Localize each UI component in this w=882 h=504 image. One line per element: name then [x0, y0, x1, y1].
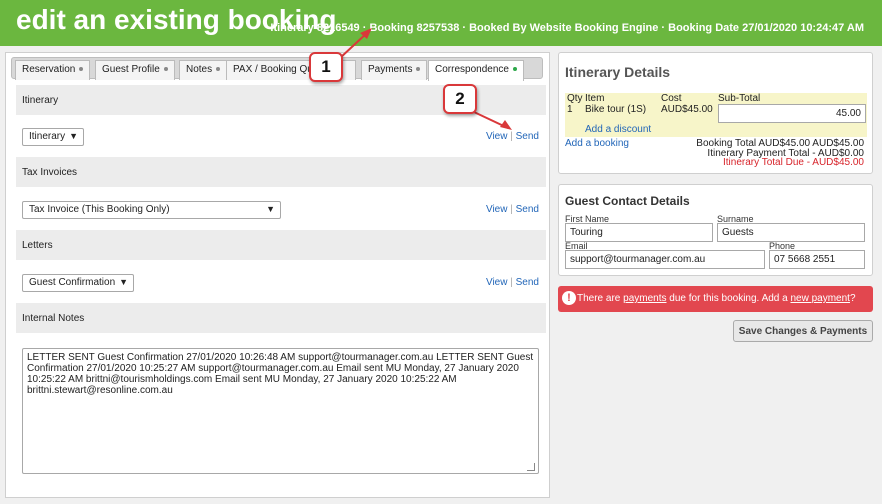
- qty-header: Qty: [567, 93, 583, 104]
- link-separator: |: [510, 131, 513, 142]
- letters-select[interactable]: Guest Confirmation ▼: [22, 274, 134, 292]
- tax-invoice-select[interactable]: Tax Invoice (This Booking Only) ▼: [22, 201, 281, 219]
- tab-reservation[interactable]: Reservation: [15, 60, 91, 80]
- internal-notes-textarea[interactable]: LETTER SENT Guest Confirmation 27/01/202…: [22, 348, 539, 474]
- resize-grip-icon[interactable]: [527, 463, 535, 471]
- itinerary-links: View | Send: [486, 131, 539, 142]
- letters-section-heading: Letters: [16, 230, 546, 260]
- tab-label: Guest Profile: [102, 64, 160, 75]
- callout-1: 1: [309, 52, 343, 82]
- tab-label: PAX / Booking Qu: [233, 64, 313, 75]
- tax-invoices-section-heading: Tax Invoices: [16, 157, 546, 187]
- line-qty: 1: [567, 104, 573, 115]
- link-separator: |: [510, 204, 513, 215]
- itinerary-details-card: Itinerary Details Qty Item Cost Sub-Tota…: [558, 52, 873, 174]
- letters-links: View | Send: [486, 277, 539, 288]
- first-name-field[interactable]: Touring: [565, 223, 713, 242]
- select-value: Itinerary: [29, 131, 66, 142]
- tax-links: View | Send: [486, 204, 539, 215]
- active-dot-icon: [512, 67, 517, 72]
- alert-text: ?: [849, 293, 856, 304]
- dropdown-arrow-icon: ▼: [119, 277, 128, 287]
- tab-guest-profile[interactable]: Guest Profile: [95, 60, 175, 80]
- guest-contact-title: Guest Contact Details: [565, 194, 690, 208]
- itinerary-view-link[interactable]: View: [486, 131, 508, 142]
- tab-label: Correspondence: [435, 64, 509, 75]
- tab-payments[interactable]: Payments: [361, 60, 428, 80]
- link-separator: |: [510, 277, 513, 288]
- total-value: - AUD$45.00: [806, 157, 864, 168]
- alert-text: due for this booking. Add a: [666, 293, 791, 304]
- add-booking-link[interactable]: Add a booking: [565, 138, 629, 149]
- internal-notes-section-heading: Internal Notes: [16, 303, 546, 333]
- email-field[interactable]: support@tourmanager.com.au: [565, 250, 765, 269]
- guest-contact-card: Guest Contact Details First Name Touring…: [558, 184, 873, 276]
- phone-field[interactable]: 07 5668 2551: [769, 250, 865, 269]
- line-item: Bike tour (1S): [585, 104, 647, 115]
- tab-bar: Reservation Guest Profile Notes PAX / Bo…: [11, 57, 543, 81]
- select-value: Guest Confirmation: [29, 277, 116, 288]
- itinerary-select[interactable]: Itinerary ▼: [22, 128, 84, 146]
- alert-text: There are: [577, 293, 624, 304]
- tab-label: Payments: [368, 64, 413, 75]
- status-dot-icon: [416, 67, 421, 72]
- tab-label: Notes: [186, 64, 213, 75]
- select-value: Tax Invoice (This Booking Only): [29, 204, 170, 215]
- tab-correspondence[interactable]: Correspondence: [428, 60, 524, 81]
- letters-send-link[interactable]: Send: [516, 277, 539, 288]
- save-changes-button[interactable]: Save Changes & Payments: [733, 320, 873, 342]
- letters-view-link[interactable]: View: [486, 277, 508, 288]
- dropdown-arrow-icon: ▼: [266, 204, 275, 214]
- itinerary-total-due: Itinerary Total Due - AUD$45.00: [723, 157, 864, 168]
- tab-label: Reservation: [22, 64, 76, 75]
- new-payment-link[interactable]: new payment: [790, 293, 849, 304]
- itinerary-details-title: Itinerary Details: [565, 64, 671, 80]
- payments-link[interactable]: payments: [623, 293, 666, 304]
- exclamation-icon: !: [562, 291, 576, 305]
- line-cost: AUD$45.00: [661, 104, 713, 115]
- tax-send-link[interactable]: Send: [516, 204, 539, 215]
- correspondence-panel: Reservation Guest Profile Notes PAX / Bo…: [5, 52, 550, 498]
- subtotal-header: Sub-Total: [718, 93, 761, 104]
- page-header: edit an existing booking Itinerary 82165…: [0, 0, 882, 46]
- itinerary-send-link[interactable]: Send: [516, 131, 539, 142]
- cost-header: Cost: [661, 93, 682, 104]
- booking-meta: Itinerary 8216549 · Booking 8257538 · Bo…: [270, 22, 864, 34]
- item-header: Item: [585, 93, 605, 104]
- payments-due-alert: ! There are payments due for this bookin…: [558, 286, 873, 312]
- add-discount-link[interactable]: Add a discount: [585, 124, 651, 135]
- subtotal-input[interactable]: 45.00: [718, 104, 866, 123]
- tax-view-link[interactable]: View: [486, 204, 508, 215]
- tab-notes[interactable]: Notes: [179, 60, 228, 80]
- status-dot-icon: [163, 67, 168, 72]
- status-dot-icon: [216, 67, 221, 72]
- total-label: Itinerary Total Due: [722, 157, 804, 168]
- surname-field[interactable]: Guests: [717, 223, 865, 242]
- callout-2: 2: [443, 84, 477, 114]
- status-dot-icon: [79, 67, 84, 72]
- dropdown-arrow-icon: ▼: [69, 131, 78, 141]
